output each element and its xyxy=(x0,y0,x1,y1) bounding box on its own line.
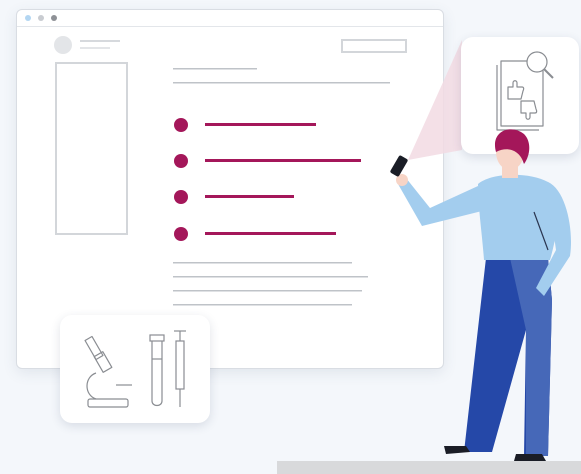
smartphone-icon[interactable] xyxy=(390,155,409,177)
person-illustration xyxy=(390,129,572,461)
floor-strip xyxy=(277,461,581,474)
left-arm xyxy=(398,178,486,226)
left-shoe xyxy=(444,446,470,454)
right-shoe xyxy=(514,454,546,461)
shirt xyxy=(478,174,559,260)
